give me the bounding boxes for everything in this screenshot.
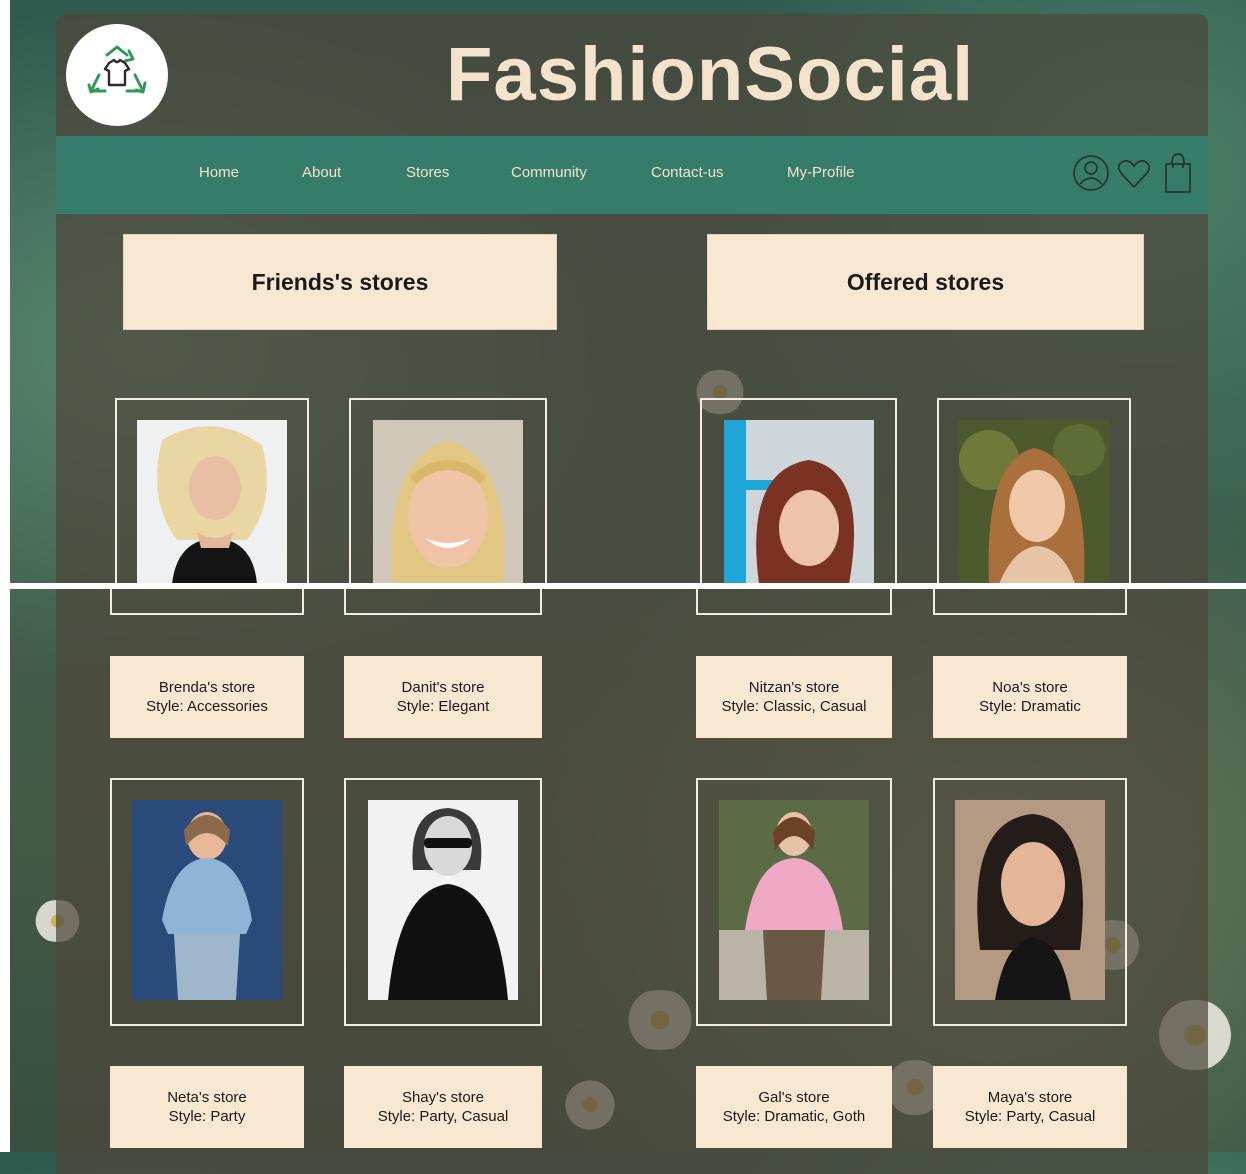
site-title: FashionSocial bbox=[446, 32, 975, 117]
store-card-danit[interactable]: Danit's store Style: Elegant bbox=[344, 656, 542, 738]
store-photo-nitzan[interactable] bbox=[724, 420, 874, 584]
nav-about[interactable]: About bbox=[302, 164, 341, 181]
friends-stores-button[interactable]: Friends's stores bbox=[123, 234, 557, 330]
store-card-gal[interactable]: Gal's store Style: Dramatic, Goth bbox=[696, 1066, 892, 1148]
nav-stores[interactable]: Stores bbox=[406, 164, 449, 181]
store-photo-maya[interactable] bbox=[955, 800, 1105, 1000]
store-photo-frame bbox=[110, 589, 304, 615]
store-style: Style: Dramatic, Goth bbox=[722, 1108, 866, 1125]
store-card-shay[interactable]: Shay's store Style: Party, Casual bbox=[344, 1066, 542, 1148]
store-card-maya[interactable]: Maya's store Style: Party, Casual bbox=[933, 1066, 1127, 1148]
store-photo-noa[interactable] bbox=[959, 420, 1109, 584]
store-style: Style: Party bbox=[168, 1108, 246, 1125]
store-style: Style: Accessories bbox=[146, 698, 268, 715]
offered-stores-button[interactable]: Offered stores bbox=[707, 234, 1144, 330]
store-card-brenda[interactable]: Brenda's store Style: Accessories bbox=[110, 656, 304, 738]
store-style: Style: Classic, Casual bbox=[721, 698, 867, 715]
store-name: Maya's store bbox=[987, 1089, 1073, 1106]
store-photo-frame bbox=[344, 589, 542, 615]
store-photo-shay[interactable] bbox=[368, 800, 518, 1000]
store-name: Neta's store bbox=[167, 1089, 247, 1106]
store-card-noa[interactable]: Noa's store Style: Dramatic bbox=[933, 656, 1127, 738]
store-style: Style: Party, Casual bbox=[377, 1108, 509, 1125]
nav-contact-us[interactable]: Contact-us bbox=[651, 164, 724, 181]
store-photo-brenda[interactable] bbox=[137, 420, 287, 584]
store-name: Brenda's store bbox=[158, 679, 256, 696]
store-photo-frame bbox=[933, 589, 1127, 615]
store-name: Danit's store bbox=[401, 679, 485, 696]
store-card-neta[interactable]: Neta's store Style: Party bbox=[110, 1066, 304, 1148]
store-photo-neta[interactable] bbox=[132, 800, 282, 1000]
store-photo-danit[interactable] bbox=[373, 420, 523, 584]
store-style: Style: Dramatic bbox=[979, 698, 1081, 715]
store-style: Style: Party, Casual bbox=[964, 1108, 1096, 1125]
logo[interactable] bbox=[66, 24, 168, 126]
nav-home[interactable]: Home bbox=[199, 164, 239, 181]
recycle-shirt-icon bbox=[87, 45, 147, 94]
store-card-nitzan[interactable]: Nitzan's store Style: Classic, Casual bbox=[696, 656, 892, 738]
store-style: Style: Elegant bbox=[396, 698, 490, 715]
shopping-bag-icon[interactable] bbox=[1162, 152, 1194, 194]
store-name: Gal's store bbox=[758, 1089, 830, 1106]
store-name: Shay's store bbox=[401, 1089, 485, 1106]
store-name: Noa's store bbox=[992, 679, 1068, 696]
store-photo-frame bbox=[696, 589, 892, 615]
screenshot-edge bbox=[0, 0, 10, 1152]
nav-community[interactable]: Community bbox=[511, 164, 587, 181]
store-photo-gal[interactable] bbox=[719, 800, 869, 1000]
main-nav: Home About Stores Community Contact-us M… bbox=[56, 136, 1208, 214]
heart-icon[interactable] bbox=[1117, 158, 1151, 190]
nav-my-profile[interactable]: My-Profile bbox=[787, 164, 855, 181]
user-icon[interactable] bbox=[1072, 154, 1110, 192]
store-name: Nitzan's store bbox=[748, 679, 840, 696]
